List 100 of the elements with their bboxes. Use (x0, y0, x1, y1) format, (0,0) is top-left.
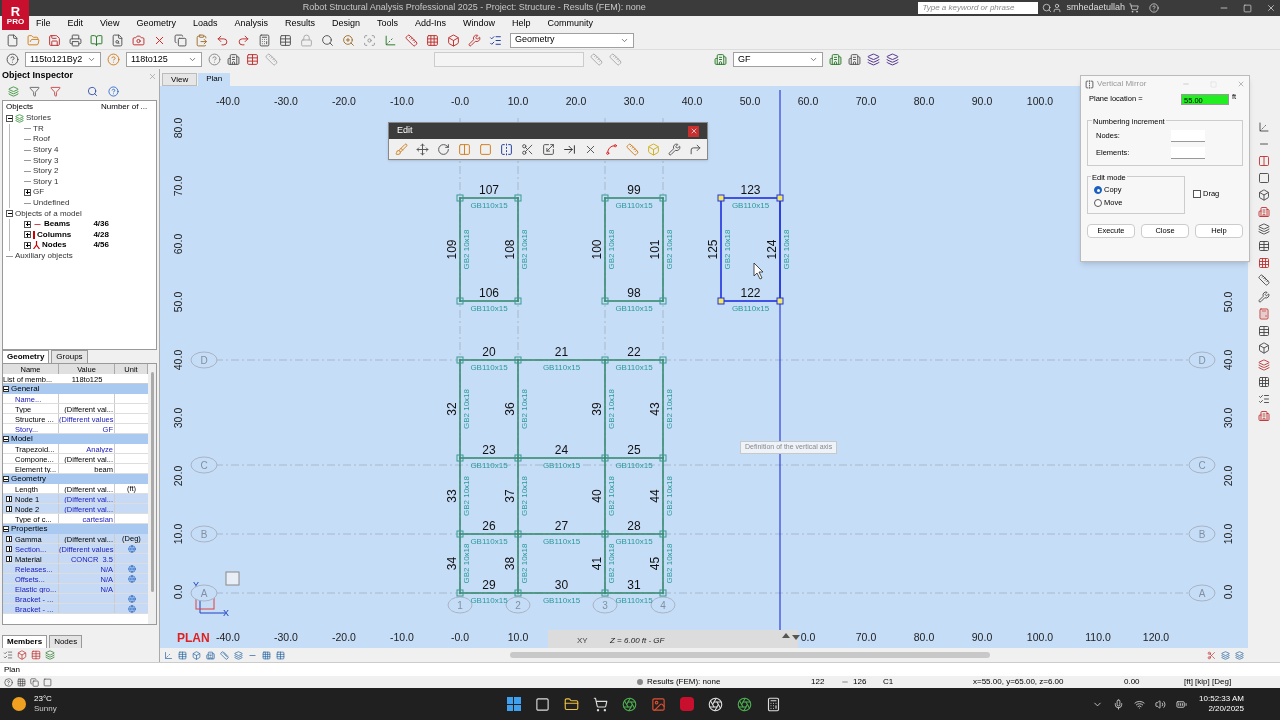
member-number: 37 (503, 489, 517, 503)
member-number: 21 (554, 345, 569, 359)
ruler-label: 100.0 (1026, 631, 1054, 643)
view-label: Plan (4, 663, 20, 676)
menu-item[interactable]: View (100, 16, 120, 31)
ruler-label: 0.0 (800, 631, 816, 643)
ruler-label: 40.0 (172, 349, 184, 371)
member-number: 38 (503, 556, 517, 571)
dropdown[interactable]: 118to125 (126, 52, 202, 67)
ruler-label: 10.0 (1222, 523, 1234, 545)
coordinate-info-bar: XY Z = 6.00 ft - GF (548, 630, 800, 648)
ruler-label: 50.0 (739, 95, 761, 107)
member-number: 40 (590, 489, 604, 503)
menu-item[interactable]: Tools (377, 16, 398, 31)
member-number: 24 (554, 443, 569, 457)
group-title: Model (11, 433, 33, 445)
tree-item[interactable]: GF (33, 186, 45, 199)
ruler-label: 0.0 (1222, 584, 1234, 600)
view-tab[interactable]: View (162, 73, 198, 86)
tree-item[interactable]: Roof (33, 133, 50, 146)
member-number: 25 (627, 443, 641, 457)
member-number: 41 (590, 556, 604, 571)
section-label: GB110x15 (615, 363, 653, 372)
member-number: 26 (482, 519, 496, 533)
member-number: 123 (740, 183, 761, 197)
menu-item[interactable]: Geometry (136, 16, 176, 31)
panel-tab[interactable]: Members (2, 635, 48, 648)
tree-item[interactable]: Story 4 (33, 144, 59, 157)
section-label: GB110x15 (615, 304, 653, 313)
ruler-label: 80.0 (913, 631, 935, 643)
tree-item[interactable]: Story 1 (33, 175, 59, 188)
section-label: GB110x15 (542, 596, 581, 605)
member-number: 98 (627, 286, 641, 300)
member-number: 28 (627, 519, 641, 533)
menu-item[interactable]: Design (331, 16, 360, 31)
menu-item[interactable]: Loads (192, 16, 218, 31)
section-label: GB2 10x18 (607, 476, 616, 516)
ruler-label: -20.0 (332, 95, 356, 107)
tree-item[interactable]: Undefined (33, 197, 70, 210)
ruler-label: 30.0 (623, 95, 645, 107)
menu-item[interactable]: File (36, 16, 51, 31)
tree-item[interactable]: Story 3 (33, 154, 59, 167)
ruler-label: -10.0 (390, 631, 414, 643)
tree-item[interactable]: Beams (44, 218, 71, 231)
dropdown[interactable]: Geometry (510, 32, 634, 48)
menu-item[interactable]: Analysis (234, 16, 268, 31)
panel-tab[interactable]: Geometry (2, 350, 50, 363)
view-tab[interactable]: Plan (198, 73, 231, 86)
search-field[interactable]: Type a keyword or phrase (918, 2, 1039, 14)
section-label: GB2 10x18 (520, 476, 529, 516)
menu-item[interactable]: Results (284, 16, 315, 31)
logo-edition: PRO (6, 17, 25, 26)
menu-item[interactable]: Add-Ins (415, 16, 447, 31)
panel-tab[interactable]: Groups (51, 350, 88, 363)
member-number: 20 (482, 345, 496, 359)
tree-item[interactable]: Objects of a model (15, 207, 82, 220)
dropdown[interactable]: GF (733, 52, 823, 67)
member-number: 100 (590, 239, 604, 260)
view-name: PLAN (177, 631, 210, 645)
section-label: GB110x15 (542, 537, 581, 546)
item-count: 4/28 (93, 228, 109, 241)
user-name[interactable]: smhedaetullah (1066, 1, 1125, 15)
window-title: Robot Structural Analysis Professional 2025 - Project: Structure - Results (FEM): none (301, 1, 647, 15)
section-label: GB110x15 (615, 201, 653, 210)
temperature: 23°C (34, 694, 53, 704)
member-number: 43 (648, 402, 662, 416)
ruler-label: 40.0 (1222, 349, 1234, 371)
ruler-label: 100.0 (1026, 95, 1054, 107)
tree-item[interactable]: Stories (26, 112, 51, 125)
bar-count: 126 (853, 676, 868, 688)
ruler-label: 50.0 (1222, 291, 1234, 313)
section-label: GB2 10x18 (607, 229, 616, 270)
tree-item[interactable]: Nodes (42, 239, 67, 252)
ruler-label: 20.0 (1222, 465, 1234, 487)
tree-item[interactable]: TR (33, 122, 44, 135)
panel-tab[interactable]: Nodes (49, 635, 83, 648)
node-count: 122 (811, 676, 826, 688)
tree-item[interactable]: Story 2 (33, 165, 59, 178)
tree-item[interactable]: Auxiliary objects (15, 250, 73, 262)
axis-tag: C (190, 456, 218, 474)
column-header: Number of ... (101, 101, 148, 113)
item-count: 4/56 (93, 239, 109, 252)
ruler-label: 90.0 (971, 95, 993, 107)
section-label: GB110x15 (470, 363, 508, 372)
member-number: 30 (554, 578, 569, 592)
ruler-label: 20.0 (172, 465, 184, 487)
ruler-label: 10.0 (507, 95, 529, 107)
menu-item[interactable]: Help (512, 16, 531, 31)
ruler-label: 70.0 (855, 95, 877, 107)
menu-item[interactable]: Edit (67, 16, 84, 31)
member-number: 32 (445, 402, 459, 416)
load-case: C1 (883, 676, 895, 688)
menu-item[interactable]: Window (463, 16, 496, 31)
tree-item[interactable]: Columns (37, 228, 72, 241)
section-label: GB2 10x18 (723, 229, 732, 270)
menu-item[interactable]: Community (547, 16, 594, 31)
dropdown[interactable]: 115to121By2 (25, 52, 101, 67)
logo-letter: R (10, 4, 21, 18)
section-label: GB2 10x18 (462, 389, 471, 429)
section-label: GB2 10x18 (665, 543, 674, 584)
